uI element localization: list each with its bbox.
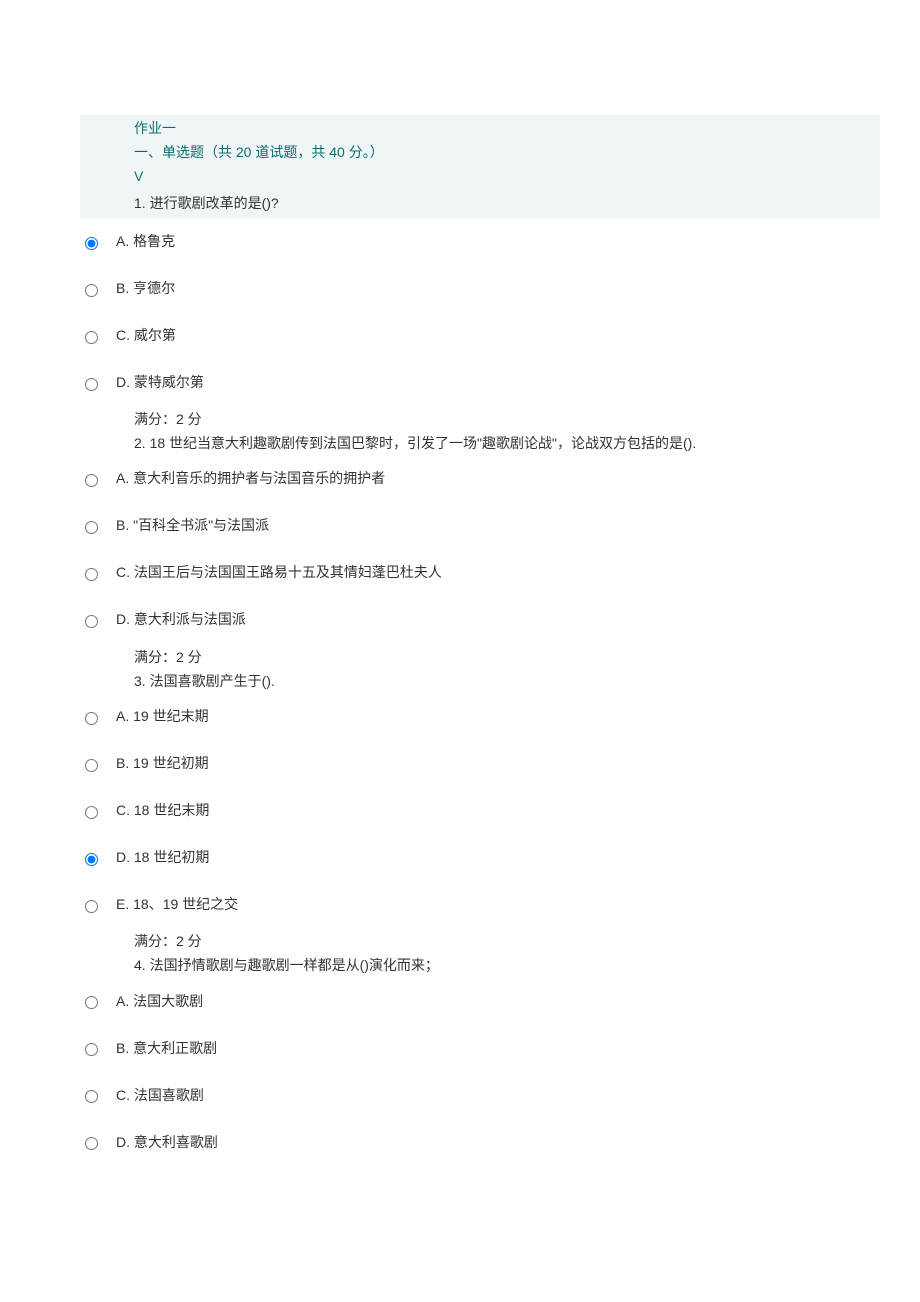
option-label: E. 18、19 世纪之交 xyxy=(116,895,238,915)
option-label: D. 意大利喜歌剧 xyxy=(116,1133,218,1153)
option-row: C. 法国王后与法国国王路易十五及其情妇蓬巴杜夫人 xyxy=(80,550,880,597)
option-label: A. 法国大歌剧 xyxy=(116,992,203,1012)
option-label: B. "百科全书派"与法国派 xyxy=(116,516,269,536)
section-header: 一、单选题（共 20 道试题，共 40 分。） xyxy=(134,141,876,165)
question-text: 1. 进行歌剧改革的是()? xyxy=(80,190,880,218)
option-radio[interactable] xyxy=(85,759,98,772)
option-radio[interactable] xyxy=(85,237,98,250)
question-text: 4. 法国抒情歌剧与趣歌剧一样都是从()演化而来； xyxy=(80,954,880,978)
option-radio[interactable] xyxy=(85,900,98,913)
option-row: A. 法国大歌剧 xyxy=(80,978,880,1025)
option-label: C. 18 世纪末期 xyxy=(116,801,209,821)
option-row: E. 18、19 世纪之交 xyxy=(80,881,880,928)
option-label: D. 意大利派与法国派 xyxy=(116,610,246,630)
option-row: C. 18 世纪末期 xyxy=(80,787,880,834)
option-radio[interactable] xyxy=(85,378,98,391)
option-label: A. 格鲁克 xyxy=(116,232,175,252)
option-radio[interactable] xyxy=(85,331,98,344)
score-text: 满分：2 分 xyxy=(80,644,880,670)
option-row: A. 意大利音乐的拥护者与法国音乐的拥护者 xyxy=(80,456,880,503)
option-radio[interactable] xyxy=(85,568,98,581)
option-label: C. 威尔第 xyxy=(116,326,176,346)
option-radio[interactable] xyxy=(85,996,98,1009)
option-label: C. 法国王后与法国国王路易十五及其情妇蓬巴杜夫人 xyxy=(116,563,442,583)
option-radio[interactable] xyxy=(85,853,98,866)
option-radio[interactable] xyxy=(85,712,98,725)
option-label: B. 19 世纪初期 xyxy=(116,754,209,774)
option-label: A. 19 世纪末期 xyxy=(116,707,209,727)
option-row: C. 威尔第 xyxy=(80,312,880,359)
option-radio[interactable] xyxy=(85,284,98,297)
option-row: D. 意大利派与法国派 xyxy=(80,597,880,644)
option-row: A. 19 世纪末期 xyxy=(80,693,880,740)
option-radio[interactable] xyxy=(85,1137,98,1150)
option-label: D. 18 世纪初期 xyxy=(116,848,209,868)
option-row: D. 18 世纪初期 xyxy=(80,834,880,881)
option-radio[interactable] xyxy=(85,521,98,534)
option-radio[interactable] xyxy=(85,1090,98,1103)
option-label: B. 意大利正歌剧 xyxy=(116,1039,217,1059)
option-row: B. 亨德尔 xyxy=(80,265,880,312)
option-label: C. 法国喜歌剧 xyxy=(116,1086,204,1106)
option-row: B. 19 世纪初期 xyxy=(80,740,880,787)
option-radio[interactable] xyxy=(85,1043,98,1056)
option-label: A. 意大利音乐的拥护者与法国音乐的拥护者 xyxy=(116,469,385,489)
assignment-title: 作业一 xyxy=(134,117,876,141)
option-row: A. 格鲁克 xyxy=(80,218,880,265)
question-text: 3. 法国喜歌剧产生于(). xyxy=(80,670,880,694)
option-row: D. 意大利喜歌剧 xyxy=(80,1119,880,1166)
option-row: B. 意大利正歌剧 xyxy=(80,1025,880,1072)
option-radio[interactable] xyxy=(85,806,98,819)
option-row: D. 蒙特威尔第 xyxy=(80,359,880,406)
option-radio[interactable] xyxy=(85,615,98,628)
option-row: B. "百科全书派"与法国派 xyxy=(80,503,880,550)
question-text: 2. 18 世纪当意大利趣歌剧传到法国巴黎时，引发了一场"趣歌剧论战"，论战双方… xyxy=(80,432,880,456)
score-text: 满分：2 分 xyxy=(80,406,880,432)
score-text: 满分：2 分 xyxy=(80,928,880,954)
option-radio[interactable] xyxy=(85,474,98,487)
option-row: C. 法国喜歌剧 xyxy=(80,1072,880,1119)
option-label: D. 蒙特威尔第 xyxy=(116,373,204,393)
header-marker: V xyxy=(134,165,876,189)
option-label: B. 亨德尔 xyxy=(116,279,175,299)
